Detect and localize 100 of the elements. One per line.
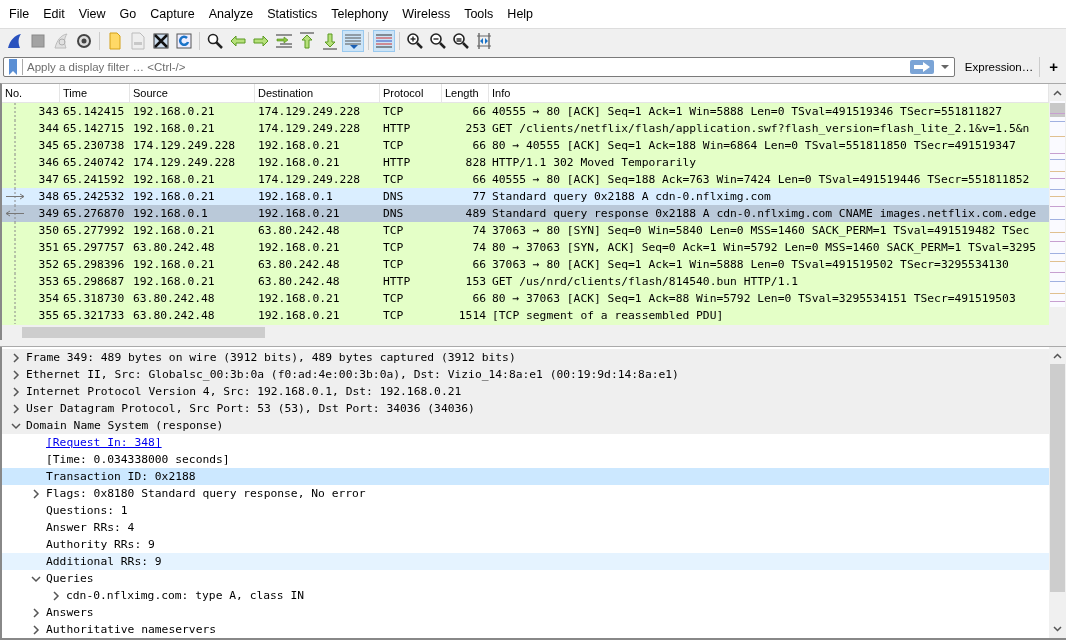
scroll-thumb[interactable] [1050, 364, 1065, 592]
table-cell-text: 80 → 40555 [ACK] Seq=1 Ack=188 Win=6864 Len=0 TSval=551811850 TSecr=491519347 [491, 138, 1017, 152]
tree-item[interactable]: Answers [46, 606, 94, 619]
scrollbar[interactable] [1049, 83, 1066, 326]
chevron-right-icon[interactable] [10, 402, 22, 415]
table-cell-text: 345 [37, 138, 60, 152]
table-cell-text: 77 [471, 189, 487, 203]
chevron-right-icon[interactable] [30, 623, 42, 636]
chevron-right-icon[interactable] [30, 487, 42, 500]
table-cell-text: 66 [471, 291, 487, 305]
autoscroll-icon[interactable] [342, 29, 364, 52]
table-cell-text: 192.168.0.21 [257, 291, 341, 305]
table-cell-text: 37063 → 80 [ACK] Seq=1 Ack=1 Win=5888 Len=0 TSval=491519502 TSecr=3295534130 [491, 257, 1010, 271]
menu-item[interactable]: Help [500, 6, 541, 21]
tree-item[interactable]: [Time: 0.034338000 seconds] [46, 453, 230, 466]
minimap-stripe [1050, 205, 1065, 207]
table-cell-text: 174.129.249.228 [257, 104, 362, 118]
minimap-stripe [1050, 152, 1065, 154]
menu-item[interactable]: Tools [457, 6, 501, 21]
table-cell-text: 344 [37, 121, 60, 135]
minimap-stripe [1050, 170, 1065, 172]
scroll-up-icon[interactable] [1053, 353, 1062, 359]
minimap-stripe [1050, 231, 1065, 233]
table-cell-text: 37063 → 80 [SYN] Seq=0 Win=5840 Len=0 MSS=1460 SACK_PERM=1 TSval=491519482 TSec [491, 223, 1031, 237]
column-header[interactable]: Protocol [380, 83, 442, 102]
table-cell-text: 63.80.242.48 [257, 223, 341, 237]
expression-button[interactable]: Expression… [958, 56, 1041, 77]
table-cell-text: 65.318730 [62, 291, 126, 305]
table-cell-text: TCP [382, 291, 405, 305]
menu-item[interactable]: Statistics [260, 6, 325, 21]
minimap-stripe [1050, 292, 1065, 294]
tree-item[interactable]: Authority RRs: 9 [46, 538, 155, 551]
tree-item[interactable]: Questions: 1 [46, 504, 128, 517]
table-cell-text: 63.80.242.48 [132, 240, 216, 254]
tree-item[interactable]: Additional RRs: 9 [46, 555, 162, 568]
tree-item[interactable]: Flags: 0x8180 Standard query response, No error [46, 487, 366, 500]
tree-item[interactable]: Authoritative nameservers [46, 623, 217, 636]
table-cell-text: TCP [382, 172, 405, 186]
request-link[interactable]: [Request In: 348] [46, 436, 162, 449]
table-cell-text: 174.129.249.228 [257, 121, 362, 135]
chevron-right-icon[interactable] [30, 606, 42, 619]
table-cell-text: 192.168.0.1 [132, 206, 209, 220]
table-cell-text: 192.168.0.21 [132, 223, 216, 237]
colored-lines-icon[interactable] [373, 29, 395, 52]
column-header[interactable]: Source [130, 83, 255, 102]
table-cell-text: GET /clients/netflix/flash/application.swf?flash_version=flash_lite_2.1&v=1.5&n [491, 121, 1031, 135]
add-button[interactable]: + [1044, 56, 1063, 77]
table-cell-text: 355 [37, 308, 60, 322]
minimap-stripe [1050, 120, 1065, 122]
table-cell-text: 65.242532 [62, 189, 126, 203]
menu-item[interactable]: Edit [36, 6, 72, 21]
tree-item[interactable]: Queries [46, 572, 94, 585]
table-cell-text: TCP [382, 240, 405, 254]
bookmark-icon[interactable] [8, 58, 18, 75]
menu-item[interactable]: View [71, 6, 113, 21]
column-header[interactable]: Time [60, 83, 130, 102]
scroll-up-icon[interactable] [1053, 89, 1062, 96]
tree-item[interactable]: Answer RRs: 4 [46, 521, 135, 534]
tree-item[interactable]: Transaction ID: 0x2188 [46, 470, 196, 483]
table-cell-text: 65.276870 [62, 206, 126, 220]
table-cell-text: 174.129.249.228 [257, 172, 362, 186]
table-cell-text: TCP [382, 104, 405, 118]
display-filter-box[interactable]: Apply a display filter … <Ctrl-/> [3, 56, 955, 77]
scrollbar-minimap[interactable] [1050, 100, 1065, 308]
tree-item[interactable]: Domain Name System (response) [26, 419, 224, 432]
table-cell-text: 65.298687 [62, 274, 126, 288]
scrollbar[interactable] [1049, 347, 1066, 638]
table-cell-text: HTTP [382, 274, 412, 288]
minimap-stripe [1050, 260, 1065, 262]
menu-item[interactable]: Wireless [395, 6, 458, 21]
table-cell-text: 489 [464, 206, 487, 220]
chevron-right-icon[interactable] [10, 351, 22, 364]
chevron-right-icon[interactable] [10, 368, 22, 381]
column-header[interactable]: Length [442, 83, 489, 102]
menu-item[interactable]: Telephony [324, 6, 396, 21]
chevron-right-icon[interactable] [10, 385, 22, 398]
scroll-thumb[interactable] [1050, 102, 1065, 117]
chevron-right-icon[interactable] [50, 589, 62, 602]
table-cell-text: 66 [471, 172, 487, 186]
table-cell-text: 65.142415 [62, 104, 126, 118]
menu-item[interactable]: Capture [143, 6, 202, 21]
minimap-stripe [1050, 280, 1065, 282]
table-cell-text: 65.298396 [62, 257, 126, 271]
table-cell-text: 65.241592 [62, 172, 126, 186]
table-cell-text: 253 [464, 121, 487, 135]
caret-icon[interactable] [939, 63, 950, 70]
column-header[interactable]: No. [2, 83, 60, 102]
menu-item[interactable]: Go [112, 6, 144, 21]
table-cell-text: TCP [382, 308, 405, 322]
table-cell-text: 65.277992 [62, 223, 126, 237]
column-header[interactable]: Destination [255, 83, 380, 102]
scroll-thumb[interactable] [22, 327, 265, 339]
menu-item[interactable]: File [2, 6, 37, 21]
minimap-stripe [1050, 252, 1065, 254]
scroll-down-icon[interactable] [1053, 626, 1062, 632]
menu-item[interactable]: Analyze [201, 6, 261, 21]
table-cell-text: 192.168.0.21 [257, 240, 341, 254]
tree-item[interactable]: cdn-0.nflximg.com: type A, class IN [66, 589, 305, 602]
table-cell-text: 1514 [457, 308, 487, 322]
minimap-stripe [1050, 300, 1065, 302]
